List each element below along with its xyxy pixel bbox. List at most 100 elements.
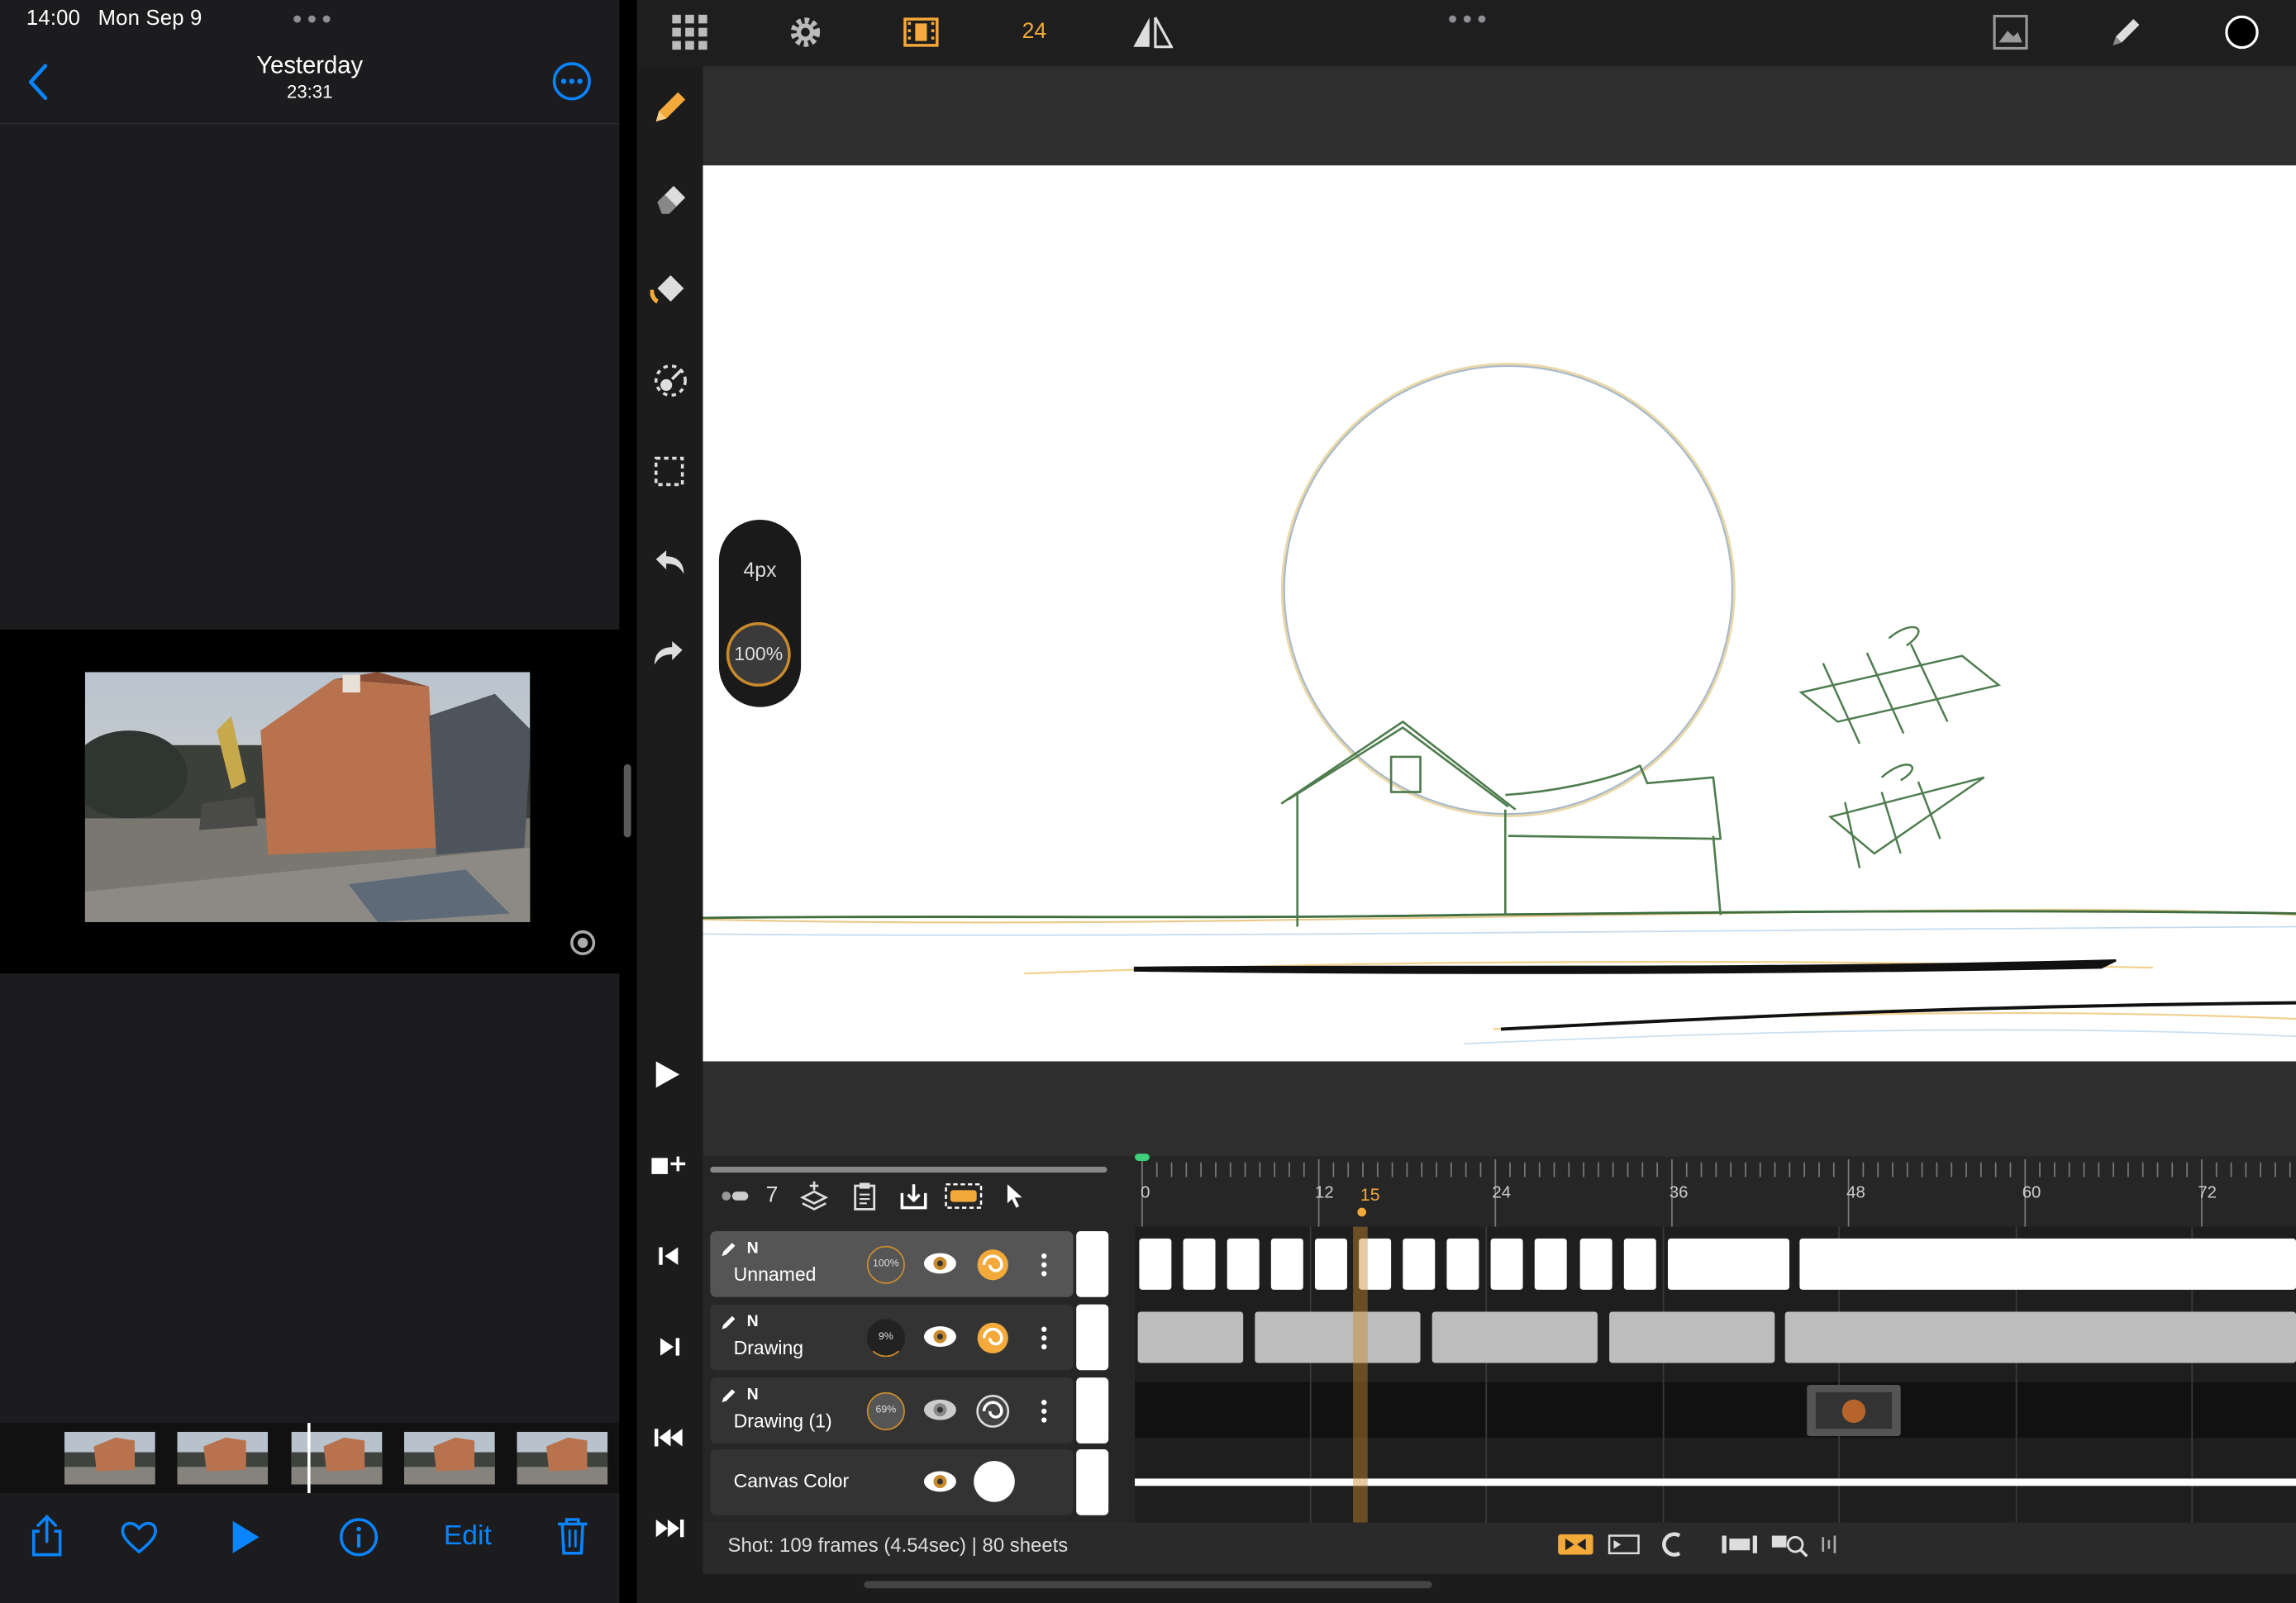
fill-bucket-tool-icon[interactable]: [650, 269, 692, 307]
visibility-eye-icon[interactable]: [922, 1398, 958, 1421]
trash-icon[interactable]: [555, 1515, 590, 1557]
film-frames-icon[interactable]: [903, 17, 939, 47]
import-icon[interactable]: [899, 1182, 928, 1211]
gallery-grid-icon[interactable]: [672, 14, 707, 50]
frame-cell[interactable]: [1255, 1311, 1421, 1363]
frames-view-icon[interactable]: [1722, 1534, 1758, 1555]
selection-rect-tool-icon[interactable]: [653, 455, 685, 488]
playhead-marker[interactable]: [1356, 1206, 1368, 1218]
frame-cell[interactable]: [1403, 1238, 1436, 1290]
playhead[interactable]: [1353, 1226, 1368, 1523]
color-swatch-icon[interactable]: [2224, 15, 2260, 50]
status-time: 14:00: [26, 7, 81, 31]
range-select-icon[interactable]: [1608, 1534, 1640, 1555]
live-photo-icon[interactable]: [569, 930, 596, 956]
frame-cell[interactable]: [1609, 1311, 1775, 1363]
brush-size-label[interactable]: 4px: [719, 558, 801, 581]
frame-cell[interactable]: [1227, 1238, 1260, 1290]
video-frame[interactable]: [84, 672, 531, 923]
cursor-select-icon[interactable]: [1004, 1183, 1025, 1210]
drawing-canvas[interactable]: [703, 165, 2296, 1062]
timeline-resize-handle[interactable]: [710, 1167, 1108, 1173]
layer-opacity[interactable]: 9%: [866, 1319, 905, 1358]
frame-cell[interactable]: [1534, 1238, 1567, 1290]
frame-cell[interactable]: [1139, 1238, 1172, 1290]
share-icon[interactable]: [29, 1514, 64, 1558]
frame-cell[interactable]: [1623, 1238, 1656, 1290]
audio-track-icon[interactable]: [1820, 1534, 1841, 1555]
ruler-label: 72: [2198, 1184, 2217, 1202]
last-frame-icon[interactable]: [653, 1515, 685, 1542]
loop-range-icon[interactable]: [1558, 1534, 1593, 1555]
frame-rate-label[interactable]: 24: [1022, 19, 1047, 44]
layer-opacity[interactable]: 69%: [866, 1391, 905, 1430]
canvas-color-swatch[interactable]: [972, 1459, 1016, 1503]
frame-cell[interactable]: [1667, 1238, 1790, 1290]
filmstrip-thumb[interactable]: [291, 1431, 383, 1485]
shot-info: Shot: 109 frames (4.54sec) | 80 sheets: [727, 1534, 1069, 1557]
frame-cell[interactable]: [1799, 1238, 2296, 1290]
layer-badge: N: [746, 1313, 759, 1331]
app-toolbar: [636, 0, 2296, 66]
frame-cell[interactable]: [1784, 1311, 2296, 1363]
first-frame-icon[interactable]: [653, 1425, 685, 1451]
frame-cell[interactable]: [1579, 1238, 1612, 1290]
zoom-timeline-icon[interactable]: [1771, 1531, 1810, 1558]
heart-icon[interactable]: [120, 1520, 158, 1555]
pen-icon[interactable]: [2108, 15, 2144, 50]
pencil-tool-icon[interactable]: [651, 88, 689, 126]
onion-skin-icon[interactable]: [975, 1247, 1011, 1282]
multitask-dots-icon[interactable]: [293, 15, 331, 24]
brush-opacity-dial[interactable]: 100%: [726, 621, 791, 687]
flip-mirror-icon[interactable]: [1132, 15, 1174, 50]
frame-cell[interactable]: [1807, 1385, 1901, 1437]
home-indicator[interactable]: [864, 1581, 1432, 1589]
frame-cell[interactable]: [1183, 1238, 1216, 1290]
info-icon[interactable]: [338, 1516, 379, 1558]
redo-icon[interactable]: [651, 637, 687, 669]
onion-skin-icon[interactable]: [975, 1394, 1011, 1429]
lasso-transform-tool-icon[interactable]: [651, 362, 689, 400]
canvas-color-label: Canvas Color: [733, 1469, 850, 1492]
previous-frame-icon[interactable]: [656, 1243, 683, 1269]
frame-cell[interactable]: [1490, 1238, 1523, 1290]
onion-skin-icon[interactable]: [975, 1320, 1011, 1356]
edit-button[interactable]: Edit: [444, 1521, 492, 1553]
filmstrip-scrubber[interactable]: [307, 1423, 311, 1494]
magnet-icon[interactable]: [1659, 1531, 1685, 1558]
more-options-icon[interactable]: [552, 61, 592, 101]
current-frame-label[interactable]: 15: [1360, 1184, 1380, 1205]
split-view-handle[interactable]: [623, 763, 631, 838]
layer-opacity[interactable]: 100%: [866, 1245, 905, 1284]
filmstrip-thumb[interactable]: [64, 1431, 155, 1485]
layer-thumbnail: [1076, 1448, 1109, 1515]
multitask-dots-icon[interactable]: [1448, 15, 1486, 24]
play-animation-icon[interactable]: [653, 1060, 682, 1089]
layer-count[interactable]: 7: [766, 1183, 779, 1208]
frame-range-icon[interactable]: [945, 1183, 983, 1210]
play-icon[interactable]: [230, 1518, 262, 1556]
frame-cell[interactable]: [1270, 1238, 1303, 1290]
layer-toggle-icon[interactable]: [721, 1189, 750, 1204]
visibility-eye-icon[interactable]: [922, 1252, 958, 1275]
eraser-tool-icon[interactable]: [651, 178, 689, 216]
image-reference-icon[interactable]: [1993, 14, 2028, 50]
paste-layer-icon[interactable]: [850, 1182, 879, 1211]
frame-cell[interactable]: [1137, 1311, 1244, 1363]
layer-menu-icon[interactable]: [1038, 1398, 1050, 1425]
add-frame-icon[interactable]: [650, 1152, 688, 1178]
layer-menu-icon[interactable]: [1038, 1252, 1050, 1278]
settings-gear-icon[interactable]: [788, 15, 823, 50]
frame-cell[interactable]: [1314, 1238, 1347, 1290]
frame-cell[interactable]: [1446, 1238, 1479, 1290]
filmstrip-thumb[interactable]: [403, 1431, 495, 1485]
frame-cell[interactable]: [1431, 1311, 1598, 1363]
visibility-eye-icon[interactable]: [922, 1325, 958, 1348]
layer-menu-icon[interactable]: [1038, 1325, 1050, 1351]
filmstrip-thumb[interactable]: [177, 1431, 269, 1485]
visibility-eye-icon[interactable]: [922, 1470, 958, 1493]
filmstrip-thumb[interactable]: [517, 1431, 608, 1485]
next-frame-icon[interactable]: [656, 1334, 683, 1360]
add-layer-icon[interactable]: [799, 1180, 829, 1212]
undo-icon[interactable]: [651, 546, 687, 578]
